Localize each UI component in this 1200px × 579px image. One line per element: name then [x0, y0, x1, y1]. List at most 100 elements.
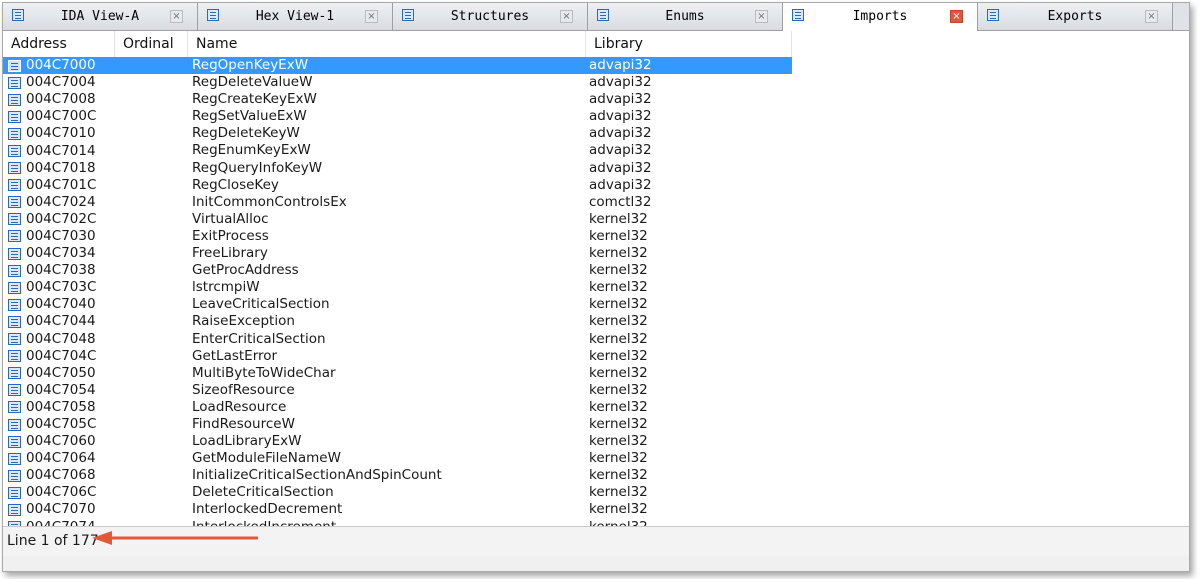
table-row[interactable]: 004C7074 InterlockedIncrementkernel32	[3, 519, 1189, 526]
address-text: 004C7060	[26, 433, 96, 450]
address-cell: 004C7000	[3, 57, 188, 75]
import-entry-icon	[8, 418, 21, 431]
library-cell: kernel32	[589, 262, 648, 279]
table-row[interactable]: 004C7040 LeaveCriticalSection kernel32	[3, 296, 1189, 313]
address-text: 004C703C	[26, 279, 97, 296]
library-cell: kernel32	[589, 245, 648, 262]
table-row[interactable]: 004C7054 SizeofResource kernel32	[3, 382, 1189, 399]
table-row[interactable]: 004C7024 InitCommonControlsEx comctl32	[3, 194, 1189, 211]
table-row[interactable]: 004C7030 ExitProcess kernel32	[3, 228, 1189, 245]
library-cell: kernel32	[589, 296, 648, 313]
tab-label: IDA View-A	[60, 9, 140, 24]
column-header-library[interactable]: Library	[586, 31, 792, 57]
name-cell: RegSetValueExW	[192, 108, 307, 125]
library-cell: advapi32	[589, 91, 652, 108]
address-text: 004C7064	[26, 450, 96, 467]
import-entry-icon	[8, 179, 21, 192]
library-cell: kernel32	[589, 210, 648, 227]
close-icon[interactable]: ×	[1145, 10, 1158, 23]
tab-imports[interactable]: Imports ×	[783, 3, 978, 31]
tab-ida-view-a[interactable]: IDA View-A ×	[3, 3, 198, 30]
imports-window: IDA View-A × Hex View-1 × Structures × Enums × I…	[2, 2, 1190, 572]
structures-icon	[402, 9, 414, 21]
table-row[interactable]: 004C7050 MultiByteToWideChar kernel32	[3, 365, 1189, 382]
address-text: 004C704C	[26, 347, 97, 364]
name-cell: RegQueryInfoKeyW	[192, 159, 323, 176]
import-entry-icon	[8, 145, 21, 158]
column-header-name[interactable]: Name	[188, 31, 586, 57]
tab-hex-view-1[interactable]: Hex View-1 ×	[198, 3, 393, 30]
imports-list[interactable]: 004C7000 RegOpenKeyExW advapi32 004C7004 Reg…	[3, 57, 1189, 526]
table-row[interactable]: 004C7008 RegCreateKeyExW advapi32	[3, 91, 1189, 108]
ida-view-icon	[12, 9, 24, 21]
column-header-address[interactable]: Address	[3, 31, 115, 57]
import-entry-icon	[8, 486, 21, 499]
address-cell: 004C7014	[3, 142, 188, 159]
table-row[interactable]: 004C7010 RegDeleteKeyW advapi32	[3, 125, 1189, 142]
import-entry-icon	[8, 230, 21, 243]
close-icon[interactable]: ×	[950, 10, 963, 23]
address-cell: 004C7048	[3, 331, 188, 348]
name-cell: FreeLibrary	[192, 245, 268, 262]
close-icon[interactable]: ×	[365, 10, 378, 23]
table-row[interactable]: 004C700C RegSetValueExW advapi32	[3, 108, 1189, 125]
name-cell: GetLastError	[192, 347, 278, 364]
table-row[interactable]: 004C7000 RegOpenKeyExW advapi32	[3, 57, 1189, 75]
address-text: 004C7000	[26, 57, 96, 74]
library-cell: kernel32	[589, 501, 648, 518]
table-row[interactable]: 004C7018 RegQueryInfoKeyW advapi32	[3, 160, 1189, 177]
address-cell: 004C7044	[3, 313, 188, 330]
close-icon[interactable]: ×	[560, 10, 573, 23]
table-row[interactable]: 004C706C DeleteCriticalSection kernel32	[3, 484, 1189, 501]
library-cell: kernel32	[589, 381, 648, 398]
table-row[interactable]: 004C7038 GetProcAddress kernel32	[3, 262, 1189, 279]
table-row[interactable]: 004C7064 GetModuleFileNameW kernel32	[3, 450, 1189, 467]
address-cell: 004C7060	[3, 433, 188, 450]
name-cell: RegEnumKeyExW	[192, 142, 311, 159]
address-text: 004C7048	[26, 330, 96, 347]
table-row[interactable]: 004C7068 InitializeCriticalSectionAndSpin…	[3, 467, 1189, 484]
table-row[interactable]: 004C7060 LoadLibraryExW kernel32	[3, 433, 1189, 450]
address-text: 004C7018	[26, 159, 96, 176]
imports-icon	[792, 9, 804, 21]
tab-enums[interactable]: Enums ×	[588, 3, 783, 30]
address-text: 004C7058	[26, 398, 96, 415]
table-row[interactable]: 004C7034 FreeLibrary kernel32	[3, 245, 1189, 262]
table-row[interactable]: 004C701C RegCloseKey advapi32	[3, 177, 1189, 194]
table-row[interactable]: 004C7004 RegDeleteValueW advapi32	[3, 74, 1189, 91]
enums-icon	[597, 9, 609, 21]
library-cell: advapi32	[586, 57, 792, 75]
import-entry-icon	[8, 264, 21, 277]
import-entry-icon	[8, 127, 21, 140]
tab-label: Enums	[665, 9, 705, 24]
name-cell: VirtualAlloc	[192, 210, 269, 227]
library-cell: kernel32	[589, 467, 648, 484]
import-entry-icon	[8, 247, 21, 260]
table-row[interactable]: 004C7014 RegEnumKeyExW advapi32	[3, 142, 1189, 159]
address-cell: 004C705C	[3, 416, 188, 433]
address-cell: 004C7054	[3, 382, 188, 399]
tab-exports[interactable]: Exports ×	[978, 3, 1173, 30]
table-row[interactable]: 004C7048 EnterCriticalSection kernel32	[3, 331, 1189, 348]
table-row[interactable]: 004C7070 InterlockedDecrement kernel32	[3, 501, 1189, 518]
table-row[interactable]: 004C702C VirtualAlloc kernel32	[3, 211, 1189, 228]
address-cell: 004C702C	[3, 211, 188, 228]
import-entry-icon	[8, 401, 21, 414]
table-row[interactable]: 004C705C FindResourceW kernel32	[3, 416, 1189, 433]
table-row[interactable]: 004C7044 RaiseException kernel32	[3, 313, 1189, 330]
table-row[interactable]: 004C703C lstrcmpiW kernel32	[3, 279, 1189, 296]
name-cell: DeleteCriticalSection	[192, 484, 334, 501]
address-cell: 004C7050	[3, 365, 188, 382]
table-row[interactable]: 004C7058 LoadResource kernel32	[3, 399, 1189, 416]
address-text: 004C7008	[26, 91, 96, 108]
address-cell: 004C701C	[3, 177, 188, 194]
address-text: 004C7040	[26, 296, 96, 313]
close-icon[interactable]: ×	[170, 10, 183, 23]
tab-label: Hex View-1	[255, 9, 335, 24]
name-cell: InitializeCriticalSectionAndSpinCount	[192, 467, 442, 484]
table-row[interactable]: 004C704C GetLastError kernel32	[3, 348, 1189, 365]
column-header-ordinal[interactable]: Ordinal	[115, 31, 188, 57]
tab-structures[interactable]: Structures ×	[393, 3, 588, 30]
close-icon[interactable]: ×	[755, 10, 768, 23]
import-entry-icon	[8, 162, 21, 175]
